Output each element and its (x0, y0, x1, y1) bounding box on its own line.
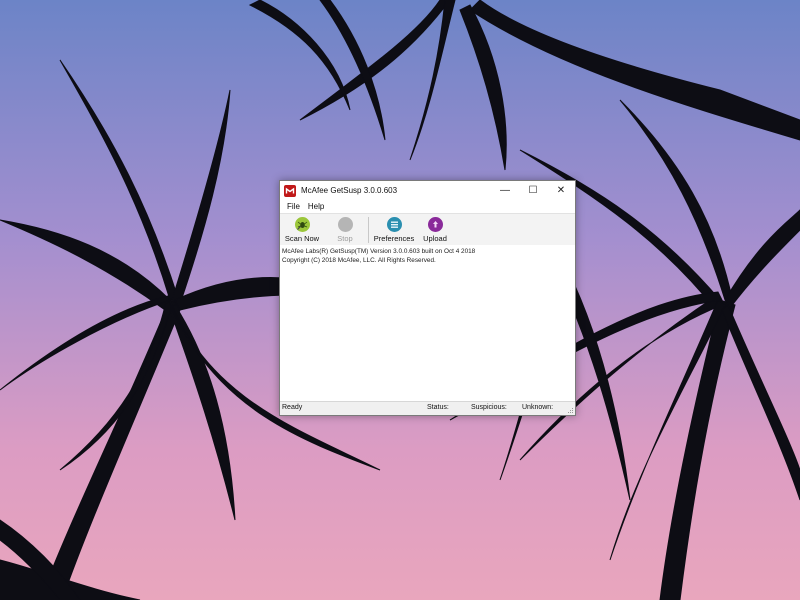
log-line: McAfee Labs(R) GetSusp(TM) Version 3.0.0… (282, 248, 476, 255)
toolbar-separator (368, 217, 369, 243)
mcafee-shield-icon (284, 184, 296, 197)
upload-icon (427, 217, 443, 232)
title-bar[interactable]: McAfee GetSusp 3.0.0.603 — ☐ ✕ (280, 181, 575, 200)
stop-button[interactable]: Stop (334, 216, 356, 244)
toolbar: Scan Now Stop Preferences Upload (280, 213, 575, 248)
status-label: Status: (427, 404, 449, 411)
window-controls: — ☐ ✕ (491, 181, 575, 200)
menu-help[interactable]: Help (304, 202, 328, 211)
upload-button[interactable]: Upload (421, 216, 449, 244)
preferences-button[interactable]: Preferences (374, 216, 414, 244)
unknown-label: Unknown: (522, 404, 554, 411)
maximize-icon: ☐ (528, 185, 538, 196)
menu-file[interactable]: File (283, 202, 304, 211)
status-ready: Ready (282, 404, 303, 411)
scan-now-label: Scan Now (284, 234, 320, 243)
log-line: Copyright (C) 2018 McAfee, LLC. All Righ… (282, 257, 436, 264)
close-icon: ✕ (556, 185, 566, 196)
window-title: McAfee GetSusp 3.0.0.603 (301, 186, 398, 195)
menu-bar: File Help (280, 200, 575, 213)
upload-label: Upload (423, 234, 447, 243)
scan-bug-icon (294, 217, 310, 232)
suspicious-label: Suspicious: (471, 404, 507, 411)
maximize-button[interactable]: ☐ (519, 181, 547, 200)
log-output[interactable]: McAfee Labs(R) GetSusp(TM) Version 3.0.0… (280, 245, 575, 402)
preferences-label: Preferences (373, 234, 415, 243)
minimize-button[interactable]: — (491, 181, 519, 200)
close-button[interactable]: ✕ (547, 181, 575, 200)
minimize-icon: — (500, 185, 510, 196)
getsusp-window: McAfee GetSusp 3.0.0.603 — ☐ ✕ File Help (279, 180, 576, 416)
stop-circle-icon (337, 217, 353, 232)
scan-now-button[interactable]: Scan Now (284, 216, 320, 244)
stop-label: Stop (337, 234, 353, 243)
resize-grip-icon[interactable] (567, 407, 574, 414)
preferences-icon (386, 217, 402, 232)
status-bar: Ready Status: Suspicious: Unknown: (280, 401, 575, 415)
